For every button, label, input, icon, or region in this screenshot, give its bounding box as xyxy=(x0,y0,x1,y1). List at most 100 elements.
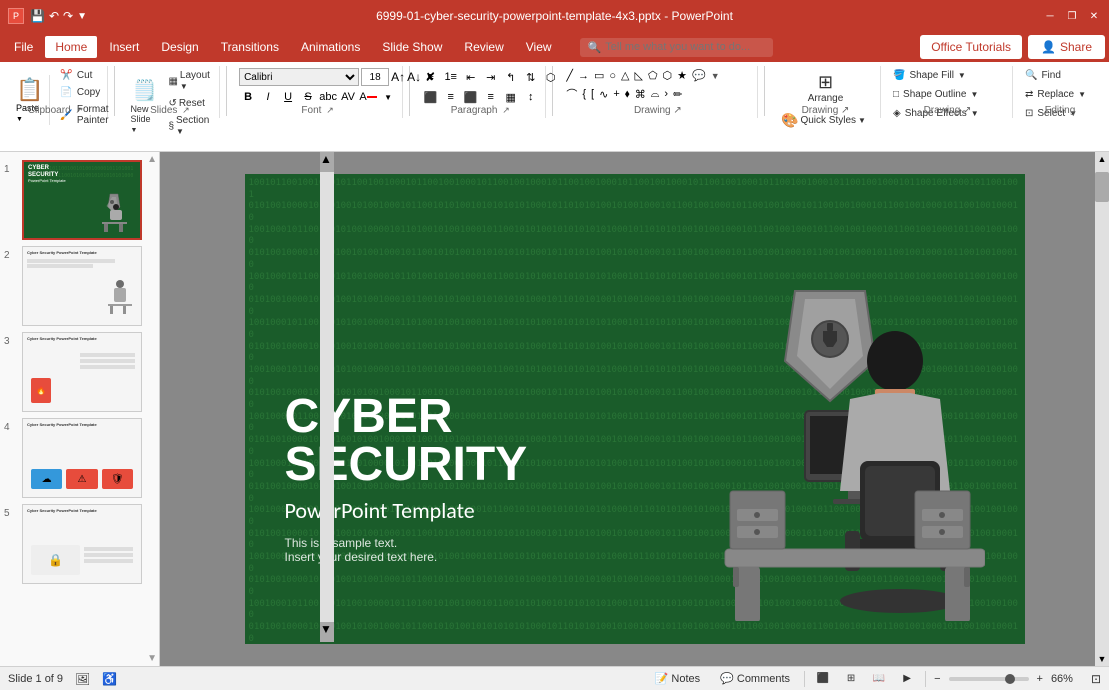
rtriangle-icon[interactable]: ◺ xyxy=(633,68,645,83)
office-tutorials-button[interactable]: Office Tutorials xyxy=(920,35,1022,59)
scroll-up-arrow[interactable]: ▲ xyxy=(320,152,334,172)
align-left-button[interactable]: ⬛ xyxy=(422,88,440,106)
slide-image-4[interactable]: Cyber Security PowerPoint Template ☁ ⚠ 🛡 xyxy=(22,418,142,498)
menu-design[interactable]: Design xyxy=(151,36,208,58)
columns-button[interactable]: ▦ xyxy=(502,88,520,106)
canvas-scroll-down[interactable]: ▼ xyxy=(1095,654,1109,664)
canvas-scroll-up[interactable]: ▲ xyxy=(1095,152,1109,164)
accessibility-icon[interactable]: ♿ xyxy=(102,672,117,686)
numbering-button[interactable]: 1≡ xyxy=(442,68,460,86)
strikethrough-button[interactable]: S xyxy=(299,88,317,106)
reading-view-button[interactable]: 📖 xyxy=(869,671,889,687)
underline-button[interactable]: U xyxy=(279,88,297,106)
slide-panel-scroll-up[interactable]: ▲ xyxy=(147,154,157,165)
dec-indent-button[interactable]: ⇤ xyxy=(462,68,480,86)
customize-icon[interactable]: ▼ xyxy=(77,11,87,22)
vertical-scrollbar-left[interactable]: ▲ ▼ xyxy=(320,152,334,642)
slide-panel-scroll-down[interactable]: ▼ xyxy=(147,653,157,664)
restore-button[interactable]: ❐ xyxy=(1065,10,1079,22)
zoom-slider-thumb[interactable] xyxy=(1005,674,1015,684)
slide-image-2[interactable]: Cyber Security PowerPoint Template xyxy=(22,246,142,326)
canvas-scroll-thumb[interactable] xyxy=(1095,172,1109,202)
slide-image-1[interactable]: 1001000101100100101001000010110100101001… xyxy=(22,160,142,240)
slide-image-3[interactable]: Cyber Security PowerPoint Template 🔥 xyxy=(22,332,142,412)
ribbon-icon[interactable]: ⌘ xyxy=(633,87,648,102)
slide-sorter-button[interactable]: ⊞ xyxy=(841,671,861,687)
text-direction-button[interactable]: ⇅ xyxy=(522,68,540,86)
line-icon[interactable]: ╱ xyxy=(564,68,575,83)
font-grow-icon[interactable]: A↑ xyxy=(391,70,405,84)
fit-slide-button[interactable]: ⊡ xyxy=(1091,672,1101,686)
zoom-out-button[interactable]: − xyxy=(934,673,940,685)
menu-transitions[interactable]: Transitions xyxy=(211,36,289,58)
arc-icon[interactable]: ⌓ xyxy=(649,87,662,102)
save-icon[interactable]: 💾 xyxy=(30,9,45,23)
italic-button[interactable]: I xyxy=(259,88,277,106)
rect-icon[interactable]: ▭ xyxy=(592,68,606,83)
wave-icon[interactable]: ∿ xyxy=(597,87,610,102)
slide-thumb-5[interactable]: 5 Cyber Security PowerPoint Template 🔒 xyxy=(4,504,155,584)
zoom-in-button[interactable]: + xyxy=(1037,673,1043,685)
shadow-button[interactable]: abc xyxy=(319,88,337,106)
inc-indent-button[interactable]: ⇥ xyxy=(482,68,500,86)
star-icon[interactable]: ★ xyxy=(675,68,689,83)
layout-button[interactable]: ▦ Layout ▼ xyxy=(164,68,213,94)
comments-button[interactable]: 💬 Comments xyxy=(714,670,796,687)
copy-button[interactable]: 📄 Copy xyxy=(56,85,116,100)
menu-review[interactable]: Review xyxy=(454,36,513,58)
brace-icon[interactable]: { xyxy=(580,87,588,101)
rtl-button[interactable]: ↰ xyxy=(502,68,520,86)
chevron-icon[interactable]: › xyxy=(662,87,670,101)
slide-image-5[interactable]: Cyber Security PowerPoint Template 🔒 xyxy=(22,504,142,584)
slide-thumb-4[interactable]: 4 Cyber Security PowerPoint Template ☁ ⚠… xyxy=(4,418,155,498)
convert-smartart-button[interactable]: ⬡ xyxy=(542,68,560,86)
minimize-button[interactable]: ─ xyxy=(1043,10,1057,22)
bullets-button[interactable]: ≡ xyxy=(422,68,440,86)
font-color-dropdown[interactable]: ▼ xyxy=(379,88,397,106)
notes-button[interactable]: 📝 Notes xyxy=(649,670,706,687)
char-spacing-button[interactable]: AV xyxy=(339,88,357,106)
shape-outline-button[interactable]: □ Shape Outline ▼ xyxy=(889,87,1006,102)
search-input[interactable] xyxy=(605,41,765,53)
bracket-icon[interactable]: [ xyxy=(589,87,596,101)
arrow-icon[interactable]: → xyxy=(576,69,591,83)
share-button[interactable]: 👤 Share xyxy=(1028,35,1105,59)
menu-view[interactable]: View xyxy=(516,36,562,58)
find-button[interactable]: 🔍 Find xyxy=(1021,68,1099,83)
normal-view-button[interactable]: ⬛ xyxy=(813,671,833,687)
pentagon-icon[interactable]: ⬠ xyxy=(646,68,660,83)
replace-button[interactable]: ⇄ Replace ▼ xyxy=(1021,87,1099,102)
close-button[interactable]: ✕ xyxy=(1087,10,1101,22)
font-size-input[interactable] xyxy=(361,68,389,86)
undo-icon[interactable]: ↶ xyxy=(49,9,59,23)
align-center-button[interactable]: ≡ xyxy=(442,88,460,106)
menu-insert[interactable]: Insert xyxy=(99,36,149,58)
slideshow-view-button[interactable]: ▶ xyxy=(897,671,917,687)
menu-home[interactable]: Home xyxy=(45,36,97,58)
freeform-icon[interactable]: ✏ xyxy=(671,87,684,102)
more-shapes-icon[interactable]: ▼ xyxy=(709,70,722,82)
slide-thumb-2[interactable]: 2 Cyber Security PowerPoint Template xyxy=(4,246,155,326)
slide-thumb-3[interactable]: 3 Cyber Security PowerPoint Template 🔥 xyxy=(4,332,155,412)
oval-icon[interactable]: ○ xyxy=(607,69,618,83)
curve-icon[interactable]: ⌒ xyxy=(564,85,579,103)
font-family-select[interactable]: Calibri xyxy=(239,68,359,86)
menu-animations[interactable]: Animations xyxy=(291,36,370,58)
plus-icon[interactable]: + xyxy=(611,87,621,101)
canvas-scrollbar[interactable]: ▲ ▼ xyxy=(1095,152,1109,666)
menu-slideshow[interactable]: Slide Show xyxy=(372,36,452,58)
font-color-button[interactable]: A xyxy=(359,88,377,106)
menu-file[interactable]: File xyxy=(4,36,43,58)
bold-button[interactable]: B xyxy=(239,88,257,106)
section-button[interactable]: § Section ▼ xyxy=(164,113,213,139)
shape-fill-button[interactable]: 🪣 Shape Fill ▼ xyxy=(889,68,1006,83)
triangle-icon[interactable]: △ xyxy=(619,68,631,83)
hexagon-icon[interactable]: ⬡ xyxy=(661,68,675,83)
cut-button[interactable]: ✂️ Cut xyxy=(56,68,116,83)
slide-thumb-1[interactable]: 1 10010001011001001010010000101101001010… xyxy=(4,160,155,240)
paste-button[interactable]: 📋 Paste ▼ xyxy=(10,75,50,125)
callout-icon[interactable]: 💬 xyxy=(690,68,708,83)
flow-icon[interactable]: ⬧ xyxy=(623,87,632,102)
redo-icon[interactable]: ↷ xyxy=(63,9,73,23)
arrange-button[interactable]: ⊞ Arrange xyxy=(777,68,874,108)
